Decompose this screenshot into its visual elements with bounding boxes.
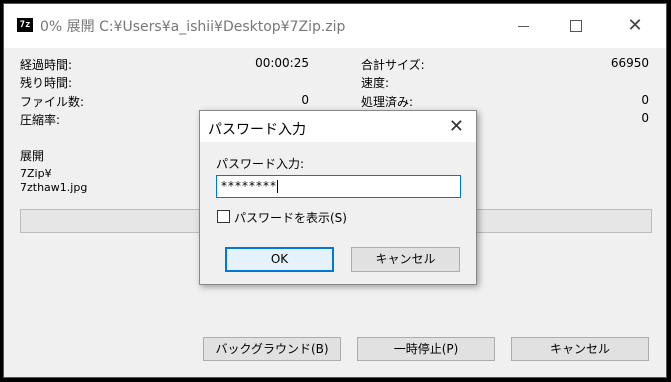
dialog-cancel-button[interactable]: キャンセル (351, 247, 460, 272)
password-dialog: パスワード入力 ✕ パスワード入力: ******** パスワードを表示(S) … (199, 110, 477, 285)
background-button[interactable]: バックグラウンド(B) (203, 337, 341, 361)
elapsed-time-value: 00:00:25 (255, 56, 309, 70)
total-size-label: 合計サイズ: (361, 58, 425, 72)
elapsed-time-label: 経過時間: (20, 58, 73, 72)
show-password-checkbox[interactable] (217, 210, 230, 223)
dialog-close-button[interactable]: ✕ (449, 116, 464, 137)
minimize-button[interactable] (500, 4, 546, 48)
title-bar[interactable]: 7z 0% 展開 C:¥Users¥a_ishii¥Desktop¥7Zip.z… (4, 4, 666, 48)
compression-ratio-label: 圧縮率: (20, 113, 61, 127)
maximize-icon (570, 20, 582, 32)
current-file: 7zthaw1.jpg (20, 181, 88, 194)
close-button[interactable]: ✕ (612, 4, 658, 48)
text-caret (277, 180, 278, 193)
total-size-value: 66950 (610, 56, 649, 70)
cancel-button[interactable]: キャンセル (511, 337, 649, 361)
remaining-time-label: 残り時間: (20, 76, 73, 90)
file-count-value: 0 (301, 93, 309, 107)
processed-label: 処理済み: (361, 95, 414, 109)
dialog-title-bar[interactable]: パスワード入力 ✕ (200, 111, 476, 142)
maximize-button[interactable] (553, 4, 599, 48)
processed-value: 0 (641, 93, 649, 107)
file-count-label: ファイル数: (20, 95, 85, 109)
password-input[interactable]: ******** (216, 175, 461, 198)
extract-progress-window: 7z 0% 展開 C:¥Users¥a_ishii¥Desktop¥7Zip.z… (3, 3, 667, 378)
close-icon: ✕ (627, 15, 643, 36)
window-title: 0% 展開 C:¥Users¥a_ishii¥Desktop¥7Zip.zip (40, 19, 346, 35)
operation-label: 展開 (20, 149, 45, 163)
password-masked-text: ******** (221, 179, 277, 193)
minimize-icon (517, 25, 529, 27)
ok-button[interactable]: OK (225, 247, 334, 272)
7zip-app-icon: 7z (17, 18, 33, 32)
close-icon: ✕ (448, 116, 464, 137)
current-folder: 7Zip¥ (20, 167, 52, 180)
password-field-label: パスワード入力: (216, 157, 305, 171)
dialog-title: パスワード入力 (208, 122, 306, 138)
packed-size-value: 0 (641, 111, 649, 125)
show-password-label[interactable]: パスワードを表示(S) (234, 209, 347, 226)
pause-button[interactable]: 一時停止(P) (357, 337, 495, 361)
speed-label: 速度: (361, 76, 390, 90)
